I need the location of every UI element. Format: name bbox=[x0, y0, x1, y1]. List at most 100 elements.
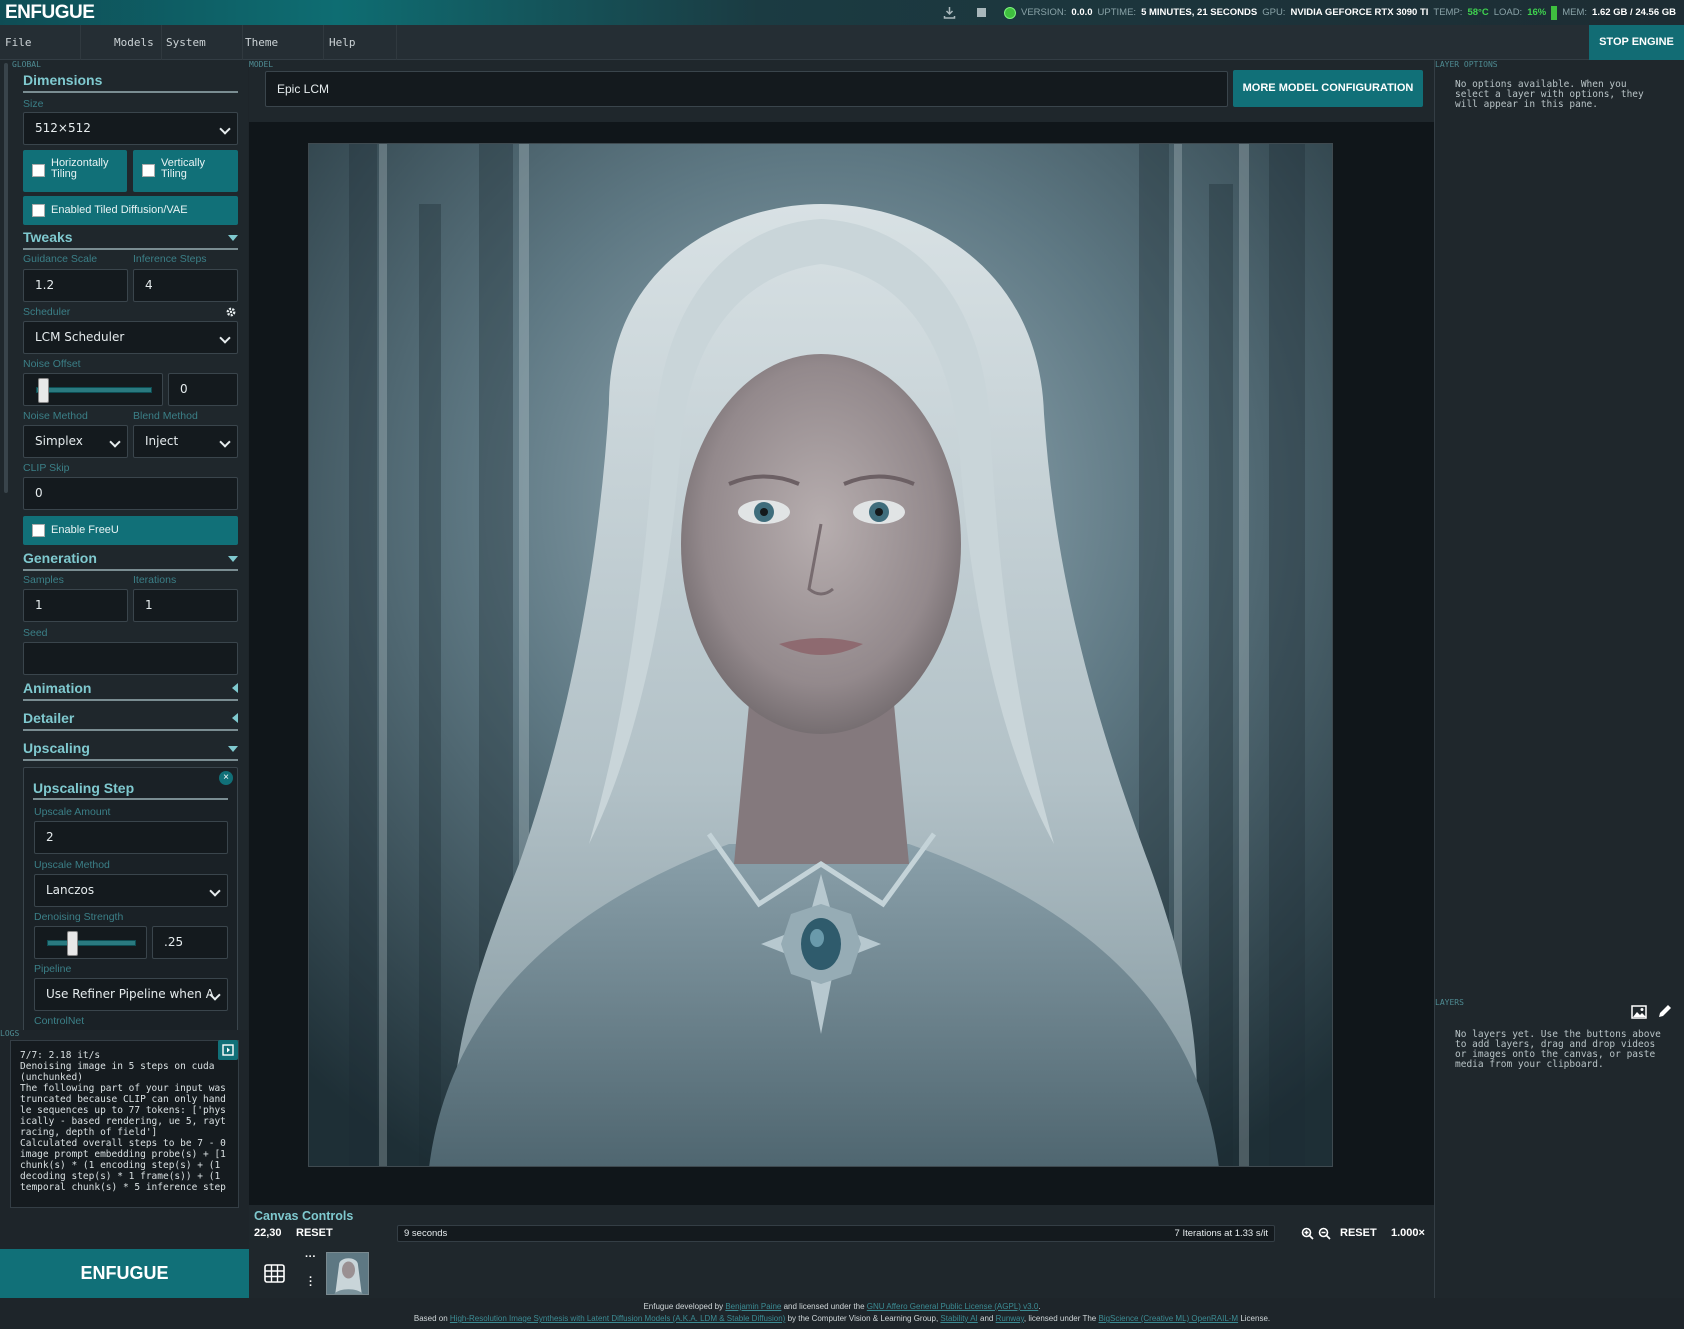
vertical-tiling-toggle[interactable]: Vertically Tiling bbox=[133, 150, 238, 192]
vertical-ellipsis-icon[interactable]: · · · bbox=[309, 1273, 313, 1292]
size-select[interactable]: 512×512 bbox=[23, 112, 238, 145]
footer-text: License. bbox=[1240, 1314, 1271, 1323]
noise-method-label: Noise Method bbox=[23, 410, 88, 422]
layer-options-empty-text: No options available. When you select a … bbox=[1455, 79, 1644, 110]
dimensions-section-header[interactable]: Dimensions bbox=[23, 72, 238, 93]
more-options-ellipsis-icon[interactable]: ··· bbox=[305, 1251, 316, 1263]
license-link[interactable]: GNU Affero General Public License (AGPL)… bbox=[867, 1302, 1039, 1311]
upscale-amount-label: Upscale Amount bbox=[34, 806, 111, 818]
footer-text: by the Computer Vision & Learning Group, bbox=[787, 1314, 939, 1323]
denoising-strength-input[interactable]: .25 bbox=[152, 926, 228, 959]
blend-method-select[interactable]: Inject bbox=[133, 425, 238, 458]
noise-offset-slider[interactable] bbox=[23, 373, 163, 406]
zoom-out-icon[interactable] bbox=[1318, 1227, 1331, 1240]
footer-line-2: Based on High-Resolution Image Synthesis… bbox=[0, 1314, 1684, 1323]
horizontal-tiling-toggle[interactable]: Horizontally Tiling bbox=[23, 150, 127, 192]
thumbnail-portrait bbox=[327, 1253, 368, 1294]
detailer-section-header[interactable]: Detailer bbox=[23, 710, 238, 731]
reset-zoom-button[interactable]: RESET bbox=[1340, 1227, 1377, 1239]
version-label: VERSION: bbox=[1021, 7, 1067, 18]
remove-step-close-icon[interactable]: × bbox=[219, 771, 233, 785]
noise-method-select[interactable]: Simplex bbox=[23, 425, 128, 458]
upscaling-title: Upscaling bbox=[23, 740, 90, 756]
generated-image[interactable] bbox=[308, 143, 1333, 1167]
mem-value: 1.62 GB / 24.56 GB bbox=[1592, 7, 1676, 18]
denoising-strength-slider[interactable] bbox=[34, 926, 147, 959]
canvas-area[interactable] bbox=[249, 122, 1434, 1207]
samples-input[interactable]: 1 bbox=[23, 589, 128, 622]
tiled-diffusion-toggle[interactable]: Enabled Tiled Diffusion/VAE bbox=[23, 196, 238, 225]
generation-section-header[interactable]: Generation bbox=[23, 550, 238, 571]
expand-logs-button[interactable] bbox=[218, 1040, 238, 1060]
footer-text: . bbox=[1038, 1302, 1041, 1311]
noise-offset-input[interactable]: 0 bbox=[168, 373, 238, 406]
stop-engine-button[interactable]: STOP ENGINE bbox=[1589, 25, 1684, 60]
expand-caret-icon bbox=[232, 713, 238, 723]
add-image-layer-icon[interactable] bbox=[1631, 1005, 1647, 1019]
animation-section-header[interactable]: Animation bbox=[23, 680, 238, 701]
more-model-configuration-button[interactable]: MORE MODEL CONFIGURATION bbox=[1233, 70, 1423, 107]
left-panel-scrollbar[interactable] bbox=[4, 63, 8, 493]
sample-thumbnail[interactable] bbox=[326, 1252, 369, 1295]
zoom-in-icon[interactable] bbox=[1301, 1227, 1314, 1240]
inference-steps-input[interactable]: 4 bbox=[133, 269, 238, 302]
author-link[interactable]: Benjamin Paine bbox=[725, 1302, 781, 1311]
model-picker-input[interactable]: Epic LCM bbox=[265, 71, 1228, 107]
canvas-controls-title: Canvas Controls bbox=[254, 1209, 354, 1223]
stability-ai-link[interactable]: Stability AI bbox=[940, 1314, 977, 1323]
logs-panel[interactable]: 7/7: 2.18 it/s Denoising image in 5 step… bbox=[10, 1040, 239, 1208]
guidance-scale-input[interactable]: 1.2 bbox=[23, 269, 128, 302]
menu-help[interactable]: Help bbox=[324, 25, 397, 60]
size-label: Size bbox=[23, 98, 44, 110]
menu-system[interactable]: System bbox=[162, 25, 243, 60]
reset-position-button[interactable]: RESET bbox=[296, 1227, 333, 1239]
iterations-input[interactable]: 1 bbox=[133, 589, 238, 622]
samples-bar: ··· · · · bbox=[249, 1249, 1434, 1298]
controlnet-label: ControlNet bbox=[34, 1015, 85, 1027]
grid-view-icon[interactable] bbox=[264, 1264, 285, 1283]
page-footer: Enfugue developed by Benjamin Paine and … bbox=[0, 1298, 1684, 1329]
layers-label: LAYERS bbox=[1435, 998, 1464, 1007]
tweaks-section-header[interactable]: Tweaks bbox=[23, 229, 238, 250]
seed-label: Seed bbox=[23, 627, 48, 639]
engine-status: VERSION: 0.0.0 UPTIME: 5 MINUTES, 21 SEC… bbox=[943, 0, 1676, 25]
runway-link[interactable]: Runway bbox=[996, 1314, 1024, 1323]
menu-models[interactable]: Models bbox=[81, 25, 162, 60]
vertical-tiling-checkbox[interactable] bbox=[142, 164, 155, 177]
openrail-license-link[interactable]: BigScience (Creative ML) OpenRAIL-M bbox=[1098, 1314, 1238, 1323]
canvas-controls: Canvas Controls 22,30 RESET 9 seconds 7 … bbox=[249, 1205, 1434, 1249]
download-icon[interactable] bbox=[943, 6, 956, 19]
paper-link[interactable]: High-Resolution Image Synthesis with Lat… bbox=[450, 1314, 785, 1323]
menu-file[interactable]: File bbox=[0, 25, 81, 60]
noise-offset-thumb[interactable] bbox=[38, 378, 49, 403]
generation-progress: 9 seconds 7 Iterations at 1.33 s/it bbox=[397, 1225, 1275, 1242]
guidance-scale-label: Guidance Scale bbox=[23, 253, 98, 265]
menu-theme[interactable]: Theme bbox=[243, 25, 324, 60]
add-drawing-layer-pencil-icon[interactable] bbox=[1657, 1004, 1672, 1019]
upscale-method-select[interactable]: Lanczos bbox=[34, 874, 228, 907]
logs-label: LOGS bbox=[0, 1029, 20, 1038]
clip-skip-input[interactable]: 0 bbox=[23, 477, 238, 510]
tiled-diffusion-checkbox[interactable] bbox=[32, 204, 45, 217]
generation-title: Generation bbox=[23, 550, 97, 566]
seed-input[interactable] bbox=[23, 642, 238, 675]
pipeline-select[interactable]: Use Refiner Pipeline when A bbox=[34, 978, 228, 1011]
scheduler-settings-gear-icon[interactable] bbox=[225, 306, 237, 318]
upscaling-section-header[interactable]: Upscaling bbox=[23, 740, 238, 761]
scheduler-select[interactable]: LCM Scheduler bbox=[23, 321, 238, 354]
footer-text: Enfugue developed by bbox=[643, 1302, 724, 1311]
zoom-level: 1.000× bbox=[1391, 1227, 1425, 1239]
dimensions-title: Dimensions bbox=[23, 72, 103, 88]
version-value: 0.0.0 bbox=[1071, 7, 1093, 18]
upscale-amount-input[interactable]: 2 bbox=[34, 821, 228, 854]
horizontal-tiling-checkbox[interactable] bbox=[32, 164, 45, 177]
footer-text: Based on bbox=[413, 1314, 448, 1323]
freeu-checkbox[interactable] bbox=[32, 524, 45, 537]
collapse-caret-icon bbox=[228, 235, 238, 241]
brand-footer: ENFUGUE bbox=[0, 1249, 249, 1298]
freeu-toggle[interactable]: Enable FreeU bbox=[23, 516, 238, 545]
gpu-label: GPU: bbox=[1262, 7, 1286, 18]
layers-empty-text: No layers yet. Use the buttons above to … bbox=[1455, 1029, 1661, 1070]
stop-square-icon[interactable] bbox=[975, 6, 988, 19]
denoising-strength-thumb[interactable] bbox=[67, 931, 79, 956]
